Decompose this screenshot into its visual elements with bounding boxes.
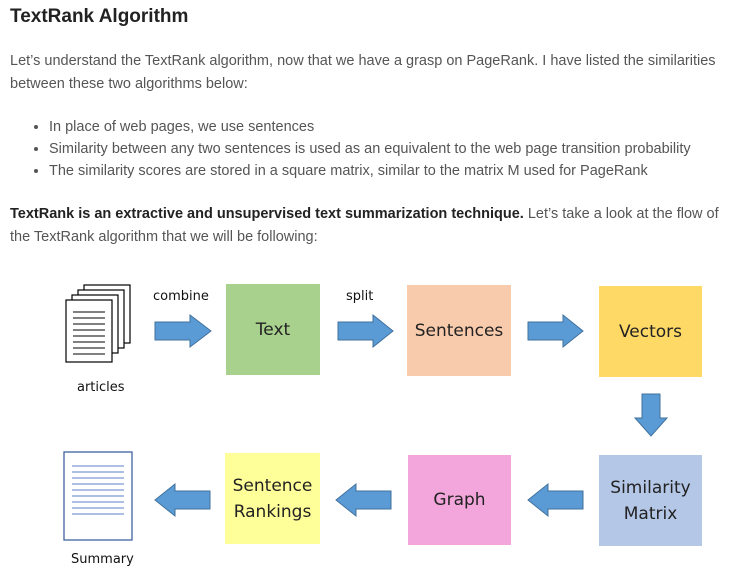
- arrow-left-icon: [527, 482, 584, 518]
- similarity-line-2: Matrix: [623, 503, 678, 524]
- summary-label: Summary: [71, 552, 134, 567]
- rankings-line-1: Sentence: [232, 475, 313, 496]
- rankings-line-2: Rankings: [233, 501, 312, 522]
- vectors-box: Vectors: [599, 286, 702, 377]
- list-item: The similarity scores are stored in a sq…: [49, 160, 691, 182]
- split-label: split: [346, 289, 374, 304]
- text-box: Text: [226, 284, 320, 375]
- intro-paragraph: Let’s understand the TextRank algorithm,…: [10, 53, 716, 92]
- similarity-matrix-box: Similarity Matrix: [599, 455, 702, 546]
- summary-document-icon: [63, 451, 133, 541]
- summary-paragraph: TextRank is an extractive and unsupervis…: [10, 203, 740, 249]
- graph-box: Graph: [408, 455, 511, 545]
- text-box-label: Text: [255, 319, 291, 340]
- page-title: TextRank Algorithm: [10, 6, 189, 27]
- similarity-line-1: Similarity: [610, 477, 691, 498]
- sentence-rankings-box: Sentence Rankings: [225, 453, 320, 544]
- arrow-left-icon: [154, 482, 211, 518]
- arrow-right-icon: [527, 313, 584, 349]
- summary-bold-text: TextRank is an extractive and unsupervis…: [10, 206, 524, 222]
- vectors-box-label: Vectors: [618, 321, 683, 342]
- arrow-right-icon: [154, 313, 212, 349]
- similarities-list: In place of web pages, we use sentences …: [30, 116, 691, 182]
- arrow-left-icon: [335, 482, 392, 518]
- combine-label: combine: [153, 289, 209, 304]
- sentences-box: Sentences: [407, 285, 511, 376]
- arrow-down-icon: [633, 393, 669, 437]
- arrow-right-icon: [337, 313, 394, 349]
- graph-box-label: Graph: [433, 490, 486, 510]
- list-item: Similarity between any two sentences is …: [49, 138, 691, 160]
- articles-label: articles: [77, 380, 125, 395]
- articles-icon: [65, 284, 131, 363]
- sentences-box-label: Sentences: [414, 320, 504, 341]
- list-item: In place of web pages, we use sentences: [49, 116, 691, 138]
